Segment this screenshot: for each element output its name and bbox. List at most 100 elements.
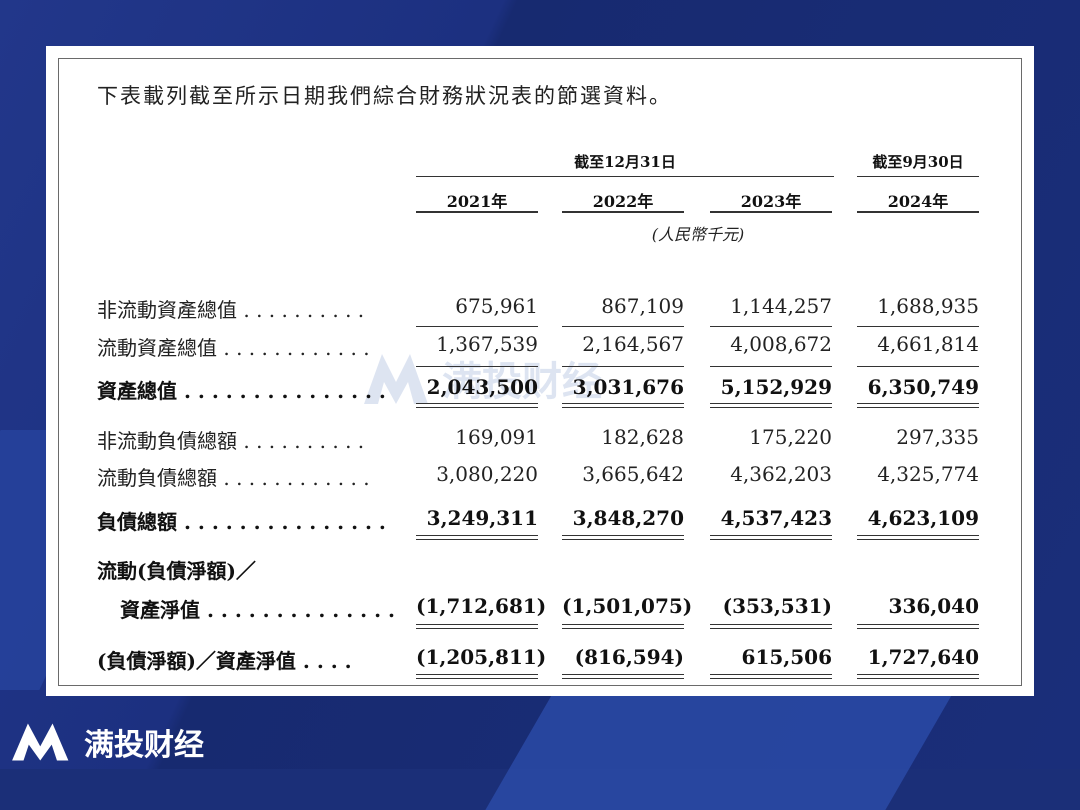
intro-text: 下表載列截至所示日期我們綜合財務狀況表的節選資料。: [97, 84, 672, 108]
period-header-sep30: 截至9月30日: [872, 153, 964, 171]
year-header-2024: 2024年: [887, 192, 949, 211]
total-double-rule: [416, 678, 538, 679]
row-label: 資產總值 . . . . . . . . . . . . . . .: [97, 375, 386, 404]
row-label-text: 負債總額: [97, 510, 177, 534]
table-cell: (1,712,681): [416, 594, 547, 618]
row-label-text: 流動(負債淨額)／: [97, 559, 256, 583]
year-underline: [416, 211, 538, 213]
total-double-rule: [710, 403, 832, 404]
total-double-rule: [710, 674, 832, 675]
table-cell: (816,594): [574, 645, 684, 669]
table-cell: 2,043,500: [426, 375, 538, 399]
total-double-rule: [857, 624, 979, 625]
total-double-rule: [857, 628, 979, 629]
subtotal-rule: [416, 366, 538, 367]
table-cell: 4,362,203: [730, 462, 832, 486]
table-cell: 1,727,640: [867, 645, 979, 669]
table-cell: 675,961: [455, 294, 538, 318]
table-cell: 2,164,567: [582, 332, 684, 356]
table-cell: 1,144,257: [730, 294, 832, 318]
unit-label: (人民幣千元): [651, 225, 745, 244]
brand-name: 满投财经: [84, 728, 204, 763]
total-double-rule: [416, 628, 538, 629]
table-cell: 336,040: [888, 594, 979, 618]
table-cell: 5,152,929: [720, 375, 832, 399]
total-double-rule: [562, 535, 684, 536]
total-double-rule: [857, 535, 979, 536]
table-cell: (1,205,811): [416, 645, 547, 669]
table-cell: 1,688,935: [877, 294, 979, 318]
subtotal-rule: [562, 366, 684, 367]
row-label: 流動(負債淨額)／: [97, 555, 256, 584]
total-double-rule: [857, 539, 979, 540]
row-leader-dots: . . . . . . . . . . . . . . .: [177, 510, 386, 534]
total-double-rule: [562, 403, 684, 404]
row-label: 流動負債總額 . . . . . . . . . . . .: [97, 462, 370, 491]
year-underline: [710, 211, 832, 213]
total-double-rule: [710, 624, 832, 625]
table-cell: 3,031,676: [572, 375, 684, 399]
table-cell: 169,091: [455, 425, 538, 449]
subtotal-rule: [710, 326, 832, 327]
table-cell: 182,628: [601, 425, 684, 449]
table-cell: (353,531): [722, 594, 832, 618]
total-double-rule: [416, 539, 538, 540]
table-cell: 867,109: [601, 294, 684, 318]
background-accent-bottom: [485, 690, 955, 810]
table-cell: 175,220: [749, 425, 832, 449]
row-label: 負債總額 . . . . . . . . . . . . . . .: [97, 506, 386, 535]
row-leader-dots: . . . . . . . . . .: [237, 429, 365, 453]
year-underline: [562, 211, 684, 213]
row-label-text: 非流動資產總值: [97, 298, 237, 322]
year-header-2023: 2023年: [740, 192, 802, 211]
table-cell: 4,661,814: [877, 332, 979, 356]
table-cell: (1,501,075): [562, 594, 693, 618]
table-cell: 615,506: [741, 645, 832, 669]
subtotal-rule: [710, 366, 832, 367]
row-label: 非流動負債總額 . . . . . . . . . .: [97, 425, 364, 454]
row-leader-dots: . . . .: [295, 649, 352, 673]
year-header-2022: 2022年: [592, 192, 654, 211]
brand-m-logo-icon: [12, 723, 69, 761]
period-underline-dec31: [416, 176, 834, 177]
total-double-rule: [416, 624, 538, 625]
row-label-text: 資產總值: [97, 379, 177, 403]
subtotal-rule: [857, 366, 979, 367]
total-double-rule: [710, 535, 832, 536]
row-leader-dots: . . . . . . . . . . . . . . .: [177, 379, 386, 403]
period-underline-sep30: [857, 176, 979, 177]
total-double-rule: [710, 539, 832, 540]
table-cell: 4,623,109: [867, 506, 979, 530]
row-label-text: 流動資產總值: [97, 336, 217, 360]
period-header-dec31: 截至12月31日: [574, 153, 676, 171]
total-double-rule: [710, 678, 832, 679]
table-cell: 3,848,270: [572, 506, 684, 530]
total-double-rule: [562, 674, 684, 675]
row-label-text: 非流動負債總額: [97, 429, 237, 453]
total-double-rule: [416, 407, 538, 408]
total-double-rule: [562, 407, 684, 408]
row-leader-dots: . . . . . . . . . . . . . .: [200, 598, 395, 622]
row-label-text: 資產淨值: [120, 598, 200, 622]
subtotal-rule: [857, 326, 979, 327]
table-cell: 4,537,423: [720, 506, 832, 530]
row-label: 資產淨值 . . . . . . . . . . . . . .: [120, 594, 395, 623]
total-double-rule: [416, 674, 538, 675]
total-double-rule: [562, 624, 684, 625]
table-cell: 3,665,642: [582, 462, 684, 486]
table-cell: 4,008,672: [730, 332, 832, 356]
table-cell: 4,325,774: [877, 462, 979, 486]
brand-footer: 满投财经: [10, 720, 204, 764]
table-cell: 6,350,749: [867, 375, 979, 399]
row-leader-dots: . . . . . . . . . . . .: [217, 466, 370, 490]
row-label-text: 流動負債總額: [97, 466, 217, 490]
year-underline: [857, 211, 979, 213]
total-double-rule: [710, 407, 832, 408]
total-double-rule: [857, 407, 979, 408]
table-cell: 3,249,311: [426, 506, 538, 530]
year-header-2021: 2021年: [446, 192, 508, 211]
row-label-text: (負債淨額)／資產淨值: [97, 649, 296, 673]
row-leader-dots: . . . . . . . . . . . .: [217, 336, 370, 360]
total-double-rule: [857, 678, 979, 679]
total-double-rule: [857, 674, 979, 675]
